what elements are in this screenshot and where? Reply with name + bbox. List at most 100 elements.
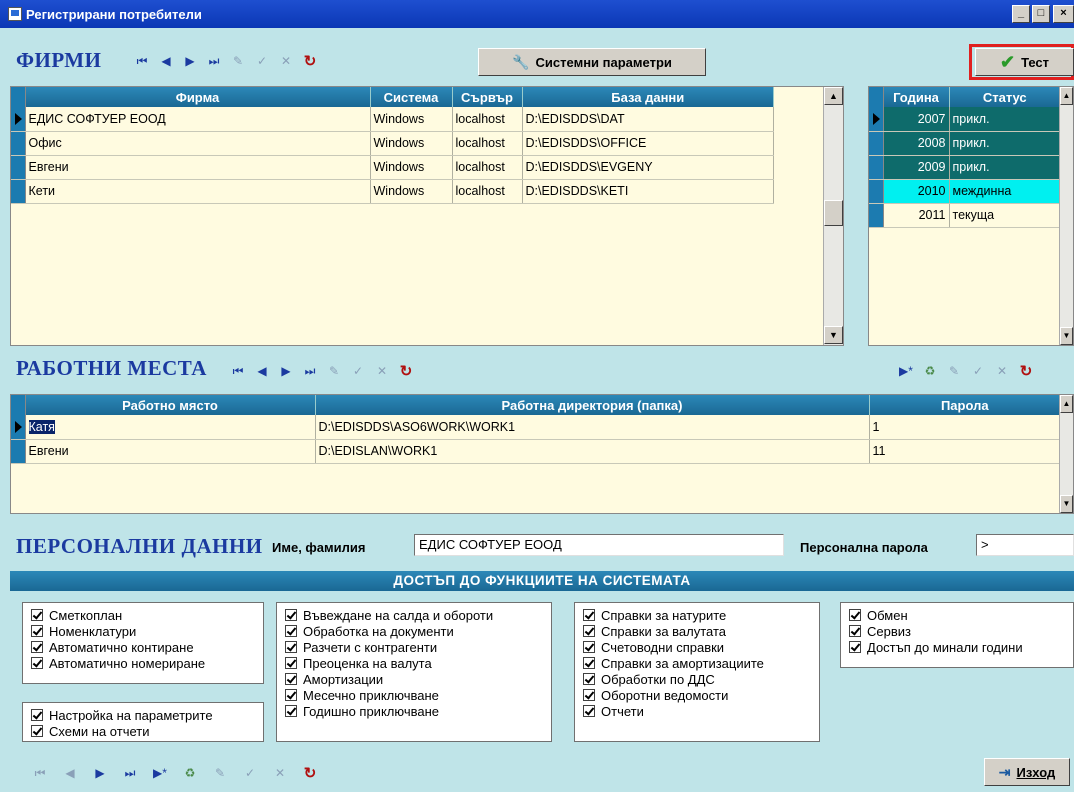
col-database[interactable]: База данни — [522, 87, 774, 107]
firm-cell[interactable]: ЕДИС СОФТУЕР ЕООД — [25, 107, 371, 132]
table-row[interactable]: Кети Windows localhost D:\EDISDDS\KETI — [11, 179, 774, 204]
checkbox[interactable]: Справки за валутата — [583, 623, 819, 639]
last-icon[interactable]: ⏭ — [204, 52, 224, 70]
year-cell[interactable]: 2008 — [883, 131, 950, 156]
last-icon[interactable]: ⏭ — [300, 362, 320, 380]
col-workplace[interactable]: Работно място — [25, 395, 316, 415]
post-icon[interactable]: ✓ — [348, 362, 368, 380]
table-row[interactable]: 2010 междинна — [869, 179, 1061, 204]
year-cell[interactable]: 2010 — [883, 179, 950, 204]
test-button[interactable]: ✔ Тест — [975, 48, 1074, 76]
scroll-down-icon[interactable]: ▼ — [824, 326, 843, 344]
password-cell[interactable]: 11 — [869, 439, 1061, 464]
database-cell[interactable]: D:\EDISDDS\KETI — [522, 179, 774, 204]
system-cell[interactable]: Windows — [370, 107, 453, 132]
checkbox[interactable]: Оборотни ведомости — [583, 687, 819, 703]
checkbox[interactable]: Амортизации — [285, 671, 551, 687]
edit-icon[interactable]: ✎ — [944, 362, 964, 380]
status-cell[interactable]: междинна — [949, 179, 1061, 204]
scroll-up-icon[interactable]: ▲ — [1060, 395, 1073, 413]
checkbox-box[interactable] — [285, 673, 297, 685]
table-row[interactable]: Евгени Windows localhost D:\EDISDDS\EVGE… — [11, 155, 774, 180]
checkbox-box[interactable] — [583, 625, 595, 637]
name-field[interactable]: ЕДИС СОФТУЕР ЕООД — [414, 534, 784, 556]
directory-cell[interactable]: D:\EDISDDS\ASO6WORK\WORK1 — [315, 415, 870, 440]
table-row[interactable]: Катя D:\EDISDDS\ASO6WORK\WORK1 1 — [11, 415, 1061, 440]
firm-cell[interactable]: Кети — [25, 179, 371, 204]
edit-icon[interactable]: ✎ — [228, 52, 248, 70]
database-cell[interactable]: D:\EDISDDS\EVGENY — [522, 155, 774, 180]
checkbox-box[interactable] — [285, 641, 297, 653]
checkbox[interactable]: Настройка на параметрите — [31, 707, 263, 723]
checkbox-box[interactable] — [31, 725, 43, 737]
status-cell[interactable]: прикл. — [949, 131, 1061, 156]
server-cell[interactable]: localhost — [452, 179, 523, 204]
workplaces-scrollbar[interactable]: ▲ ▼ — [1059, 395, 1073, 513]
firms-scrollbar[interactable]: ▲ ▼ — [823, 87, 843, 345]
edit-icon[interactable]: ✎ — [210, 764, 230, 782]
insert-icon[interactable]: ▶* — [896, 362, 916, 380]
password-cell[interactable]: 1 — [869, 415, 1061, 440]
checkbox[interactable]: Номенклатури — [31, 623, 263, 639]
checkbox[interactable]: Отчети — [583, 703, 819, 719]
scroll-up-icon[interactable]: ▲ — [1060, 87, 1073, 105]
checkbox-box[interactable] — [583, 609, 595, 621]
table-row[interactable]: Офис Windows localhost D:\EDISDDS\OFFICE — [11, 131, 774, 156]
checkbox-box[interactable] — [849, 609, 861, 621]
prev-icon[interactable]: ◀ — [252, 362, 272, 380]
year-cell[interactable]: 2009 — [883, 155, 950, 180]
system-cell[interactable]: Windows — [370, 179, 453, 204]
checkbox[interactable]: Преоценка на валута — [285, 655, 551, 671]
col-firm[interactable]: Фирма — [25, 87, 371, 107]
checkbox-box[interactable] — [285, 625, 297, 637]
checkbox[interactable]: Автоматично контиране — [31, 639, 263, 655]
checkbox-box[interactable] — [285, 657, 297, 669]
close-button[interactable]: × — [1053, 5, 1074, 23]
checkbox-box[interactable] — [31, 641, 43, 653]
next-icon[interactable]: ▶ — [276, 362, 296, 380]
checkbox-box[interactable] — [583, 657, 595, 669]
password-field[interactable]: > — [976, 534, 1074, 556]
first-icon[interactable]: ⏮ — [30, 764, 50, 782]
col-status[interactable]: Статус — [949, 87, 1061, 107]
years-scrollbar[interactable]: ▲ ▼ — [1059, 87, 1073, 345]
checkbox[interactable]: Схеми на отчети — [31, 723, 263, 739]
table-row[interactable]: Евгени D:\EDISLAN\WORK1 11 — [11, 439, 1061, 464]
checkbox[interactable]: Разчети с контрагенти — [285, 639, 551, 655]
checkbox-box[interactable] — [285, 609, 297, 621]
checkbox-box[interactable] — [849, 641, 861, 653]
prev-icon[interactable]: ◀ — [60, 764, 80, 782]
checkbox-box[interactable] — [849, 625, 861, 637]
directory-cell[interactable]: D:\EDISLAN\WORK1 — [315, 439, 870, 464]
year-cell[interactable]: 2007 — [883, 107, 950, 132]
checkbox-box[interactable] — [583, 673, 595, 685]
scroll-up-icon[interactable]: ▲ — [824, 87, 843, 105]
database-cell[interactable]: D:\EDISDDS\DAT — [522, 107, 774, 132]
year-cell[interactable]: 2011 — [883, 203, 950, 228]
server-cell[interactable]: localhost — [452, 107, 523, 132]
system-params-button[interactable]: 🔧 Системни параметри — [478, 48, 706, 76]
database-cell[interactable]: D:\EDISDDS\OFFICE — [522, 131, 774, 156]
checkbox-box[interactable] — [285, 705, 297, 717]
refresh-icon[interactable]: ↻ — [1016, 362, 1036, 380]
col-server[interactable]: Сървър — [452, 87, 523, 107]
checkbox[interactable]: Сервиз — [849, 623, 1073, 639]
first-icon[interactable]: ⏮ — [228, 362, 248, 380]
cancel-icon[interactable]: ✕ — [992, 362, 1012, 380]
post-icon[interactable]: ✓ — [240, 764, 260, 782]
checkbox[interactable]: Годишно приключване — [285, 703, 551, 719]
last-icon[interactable]: ⏭ — [120, 764, 140, 782]
server-cell[interactable]: localhost — [452, 131, 523, 156]
status-cell[interactable]: прикл. — [949, 107, 1061, 132]
checkbox[interactable]: Обработка на документи — [285, 623, 551, 639]
refresh-icon[interactable]: ↻ — [396, 362, 416, 380]
col-year[interactable]: Година — [883, 87, 950, 107]
server-cell[interactable]: localhost — [452, 155, 523, 180]
checkbox-box[interactable] — [31, 657, 43, 669]
edit-icon[interactable]: ✎ — [324, 362, 344, 380]
checkbox[interactable]: Обмен — [849, 607, 1073, 623]
checkbox-box[interactable] — [583, 705, 595, 717]
cancel-icon[interactable]: ✕ — [276, 52, 296, 70]
checkbox-box[interactable] — [583, 689, 595, 701]
firm-cell[interactable]: Евгени — [25, 155, 371, 180]
